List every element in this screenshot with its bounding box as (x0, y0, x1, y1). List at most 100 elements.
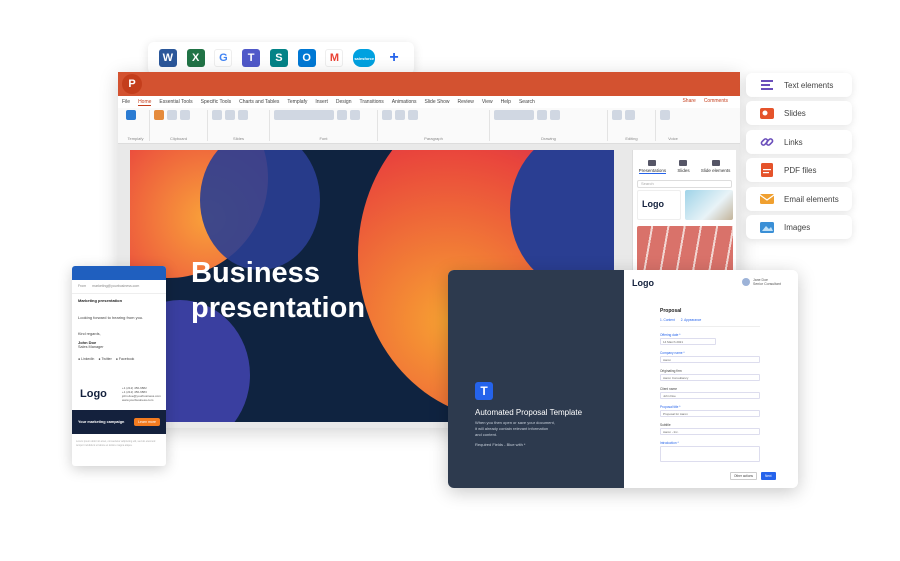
bullets-button[interactable] (382, 110, 392, 120)
thumbnail-logo-slide[interactable]: Logo (637, 190, 681, 220)
email-contact-info: +1 (212) 456-6882 +1 (212) 456-6883 john… (122, 386, 161, 402)
form-tabs: 1. Content 2. Appearance (660, 318, 760, 327)
field-label-subtitle: Subtitle (660, 423, 671, 427)
menu-search[interactable]: Search (519, 99, 535, 105)
slides-icon (679, 160, 688, 166)
cut-button[interactable] (167, 110, 177, 120)
bold-button[interactable] (337, 110, 347, 120)
layout-button[interactable] (238, 110, 248, 120)
tab-appearance[interactable]: 2. Appearance (681, 318, 702, 322)
dictate-button[interactable] (660, 110, 670, 120)
client-name-field[interactable]: John Doe (660, 392, 760, 399)
menu-design[interactable]: Design (336, 99, 352, 105)
email-subject: Marketing presentation (72, 293, 166, 303)
email-logo: Logo (80, 388, 107, 400)
menu-home[interactable]: Home (138, 99, 152, 106)
tab-presentations[interactable]: Presentations (638, 160, 667, 174)
outlook-icon[interactable]: O (297, 49, 316, 67)
menu-review[interactable]: Review (458, 99, 474, 105)
group-label: Slides (233, 136, 244, 141)
email-regards: Kind regards, (78, 332, 101, 336)
slide-title-line2: presentation (191, 292, 366, 324)
menu-view[interactable]: View (482, 99, 493, 105)
sharepoint-icon[interactable]: S (269, 49, 288, 67)
user-menu[interactable]: Jane Doe Senior Consultant (742, 278, 781, 286)
proposal-title-field[interactable]: Proposal for Aaron (660, 410, 760, 417)
menu-essential-tools[interactable]: Essential Tools (159, 99, 192, 105)
company-name-field[interactable]: Aaron (660, 356, 760, 363)
thumbnail-athlete-image[interactable] (685, 190, 733, 220)
email-signature-role: Sales Manager (78, 345, 104, 349)
templafy-icon: T (475, 382, 493, 400)
slide-title[interactable]: Business presentation (191, 256, 365, 326)
shapes-gallery[interactable] (494, 110, 534, 120)
proposal-template-window: T Automated Proposal Template When you t… (448, 270, 798, 488)
originating-firm-select[interactable]: Aaron Consultancy (660, 374, 760, 381)
arrange-button[interactable] (537, 110, 547, 120)
offering-date-field[interactable]: 14 March 2021 (660, 338, 716, 345)
feature-pdf-files[interactable]: PDF files (746, 158, 852, 182)
comments-button[interactable]: Comments (704, 98, 728, 104)
addin-search-input[interactable]: Search (637, 180, 732, 188)
feature-slides[interactable]: Slides (746, 101, 852, 125)
gmail-icon[interactable]: M (325, 49, 344, 67)
salesforce-icon[interactable]: salesforce (353, 49, 376, 67)
subtitle-field[interactable]: Aaron - Inc. (660, 428, 760, 435)
font-select[interactable] (274, 110, 334, 120)
teams-icon[interactable]: T (242, 49, 261, 67)
italic-button[interactable] (350, 110, 360, 120)
tab-slide-elements[interactable]: Slide elements (701, 160, 730, 174)
menu-animations[interactable]: Animations (392, 99, 417, 105)
twitter-link[interactable]: Twitter (98, 357, 111, 361)
quick-styles-button[interactable] (550, 110, 560, 120)
pdf-icon (760, 163, 774, 177)
menu-file[interactable]: File (122, 99, 130, 105)
copy-button[interactable] (180, 110, 190, 120)
menu-transitions[interactable]: Transitions (359, 99, 383, 105)
introduction-field[interactable] (660, 446, 760, 462)
email-icon (760, 192, 774, 206)
feature-text-elements[interactable]: Text elements (746, 73, 852, 97)
menu-charts-tables[interactable]: Charts and Tables (239, 99, 279, 105)
share-button[interactable]: Share (682, 98, 695, 104)
templafy-button[interactable] (126, 110, 136, 120)
ppt-titlebar: P (118, 72, 740, 96)
numbering-button[interactable] (395, 110, 405, 120)
integrations-strip: W X G T S O M salesforce + (148, 42, 414, 74)
menu-templafy[interactable]: Templafy (287, 99, 307, 105)
avatar (742, 278, 750, 286)
align-button[interactable] (408, 110, 418, 120)
banner-learn-more-button[interactable]: Learn more (134, 418, 160, 426)
next-button[interactable]: Next (760, 472, 776, 480)
template-form-panel: Logo Jane Doe Senior Consultant Proposal… (624, 270, 798, 488)
contact-website[interactable]: www.yourbusiness.com (122, 398, 161, 402)
add-integration-icon[interactable]: + (385, 49, 403, 67)
find-button[interactable] (612, 110, 622, 120)
word-icon[interactable]: W (158, 49, 177, 67)
field-label-introduction: Introduction * (660, 441, 679, 445)
view-slide-button[interactable] (212, 110, 222, 120)
google-icon[interactable]: G (214, 49, 233, 67)
new-slide-button[interactable] (225, 110, 235, 120)
tab-slides[interactable]: Slides (677, 160, 690, 174)
paste-button[interactable] (154, 110, 164, 120)
other-actions-button[interactable]: Other actions (730, 472, 757, 480)
form-title: Proposal (660, 308, 682, 314)
email-message: Looking forward to hearing from you. (78, 315, 144, 320)
feature-email-elements[interactable]: Email elements (746, 187, 852, 211)
menu-help[interactable]: Help (501, 99, 511, 105)
linkedin-link[interactable]: LinkedIn (78, 357, 94, 361)
tab-content[interactable]: 1. Content (660, 318, 675, 322)
facebook-link[interactable]: Facebook (116, 357, 134, 361)
menu-specific-tools[interactable]: Specific Tools (201, 99, 231, 105)
ribbon: Templafy Clipboard Slides Font Paragraph… (118, 108, 740, 144)
excel-icon[interactable]: X (186, 49, 205, 67)
ribbon-group-clipboard: Clipboard (150, 110, 208, 141)
user-role: Senior Consultant (753, 282, 781, 286)
menu-insert[interactable]: Insert (315, 99, 328, 105)
menu-slide-show[interactable]: Slide Show (425, 99, 450, 105)
email-socials: LinkedIn Twitter Facebook (72, 357, 166, 361)
replace-button[interactable] (625, 110, 635, 120)
feature-images[interactable]: Images (746, 215, 852, 239)
feature-links[interactable]: Links (746, 130, 852, 154)
